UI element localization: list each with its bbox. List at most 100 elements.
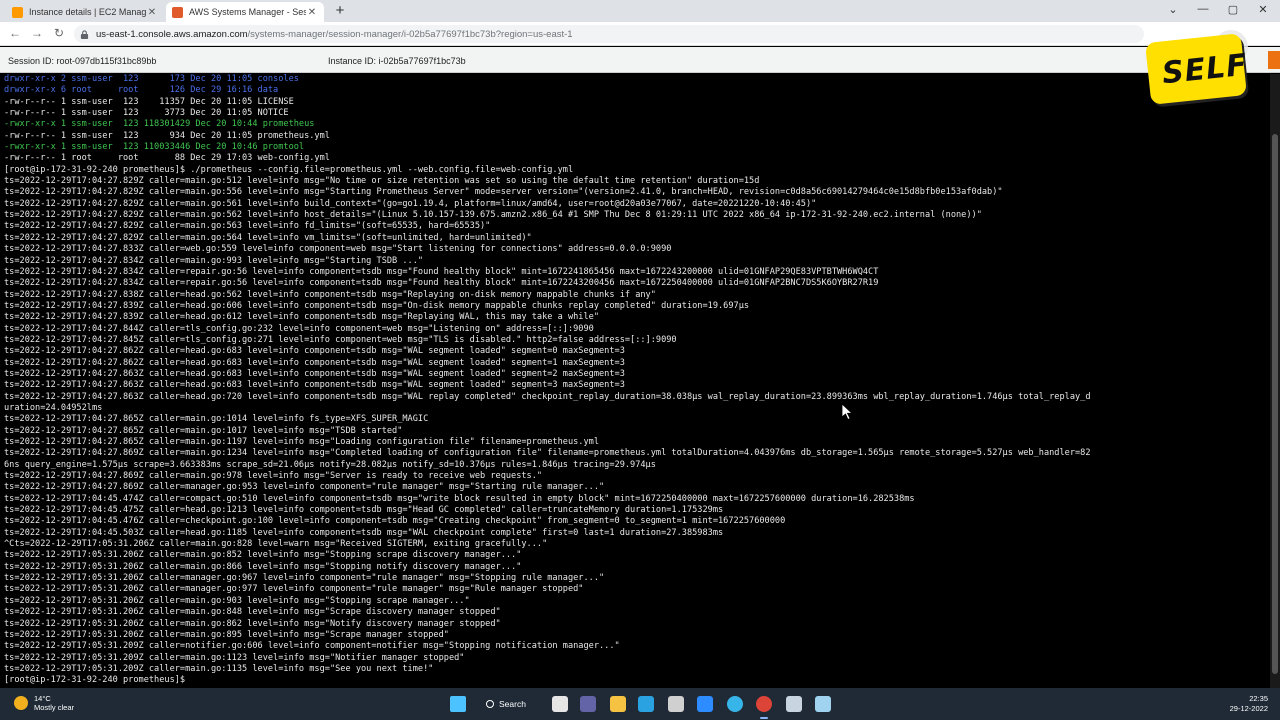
- cortana-circle-icon[interactable]: [727, 696, 743, 712]
- terminal-line: ts=2022-12-29T17:04:27.845Z caller=tls_c…: [4, 334, 677, 345]
- weather-description: Mostly clear: [34, 703, 75, 712]
- session-id: Session ID: root-097db115f31bc89bb: [8, 56, 157, 66]
- terminal-line: ts=2022-12-29T17:05:31.206Z caller=main.…: [4, 629, 449, 640]
- terminal-line: ts=2022-12-29T17:05:31.209Z caller=main.…: [4, 663, 434, 674]
- new-tab-button[interactable]: +: [332, 3, 348, 19]
- terminate-session-button[interactable]: [1268, 51, 1280, 69]
- tab-title: AWS Systems Manager - Session: [189, 7, 306, 17]
- terminal-line: ts=2022-12-29T17:05:31.206Z caller=main.…: [4, 607, 501, 618]
- terminal-lines: drwxr-xr-x 2 ssm-user 123 173 Dec 20 11:…: [4, 74, 1091, 687]
- terminal-line: ts=2022-12-29T17:04:27.834Z caller=repai…: [4, 278, 879, 289]
- clock-date: 29-12-2022: [1229, 704, 1268, 713]
- terminal-line: ts=2022-12-29T17:04:45.474Z caller=compa…: [4, 493, 915, 504]
- tab-title: Instance details | EC2 Manageme: [29, 7, 146, 17]
- address-bar[interactable]: us-east-1.console.aws.amazon.com/systems…: [74, 25, 1144, 43]
- terminal-line: ts=2022-12-29T17:04:27.829Z caller=main.…: [4, 210, 982, 221]
- terminal-line: -rw-r--r-- 1 ssm-user 123 934 Dec 20 11:…: [4, 130, 330, 141]
- system-clock[interactable]: 22:35 29-12-2022: [1230, 694, 1268, 714]
- instance-id: Instance ID: i-02b5a77697f1bc73b: [328, 56, 466, 66]
- terminal-line: ts=2022-12-29T17:04:27.829Z caller=main.…: [4, 221, 491, 232]
- terminal-line: drwxr-xr-x 2 ssm-user 123 173 Dec 20 11:…: [4, 74, 299, 84]
- app-l-icon[interactable]: [697, 696, 713, 712]
- windows-taskbar: 14°C Mostly clear Search 22:35 29-12-202…: [0, 688, 1280, 720]
- terminal-scrollbar[interactable]: [1270, 74, 1280, 688]
- search-label: Search: [499, 699, 526, 709]
- terminal-line: -rw-r--r-- 1 ssm-user 123 3773 Dec 20 11…: [4, 108, 289, 119]
- maximize-button[interactable]: ▢: [1224, 3, 1242, 16]
- task-view-icon[interactable]: [552, 696, 568, 712]
- weather-temperature: 14°C: [34, 694, 51, 703]
- terminal-line: ts=2022-12-29T17:04:27.865Z caller=main.…: [4, 414, 429, 425]
- terminal-line: ts=2022-12-29T17:04:27.865Z caller=main.…: [4, 425, 403, 436]
- microsoft-store-icon[interactable]: [668, 696, 684, 712]
- teams-chat-icon[interactable]: [580, 696, 596, 712]
- clock-time: 22:35: [1249, 694, 1268, 703]
- terminal-output[interactable]: drwxr-xr-x 2 ssm-user 123 173 Dec 20 11:…: [0, 74, 1270, 688]
- terminal-line: [root@ip-172-31-92-240 prometheus]$: [4, 675, 191, 686]
- terminal-line: ts=2022-12-29T17:04:27.834Z caller=repai…: [4, 266, 879, 277]
- terminal-line: ts=2022-12-29T17:04:27.829Z caller=main.…: [4, 232, 532, 243]
- aws-favicon-icon: [12, 6, 23, 18]
- windows-start-icon[interactable]: [450, 696, 466, 712]
- browser-toolbar: ← → ↻ us-east-1.console.aws.amazon.com/s…: [0, 22, 1280, 46]
- url-path: /systems-manager/session-manager/i-02b5a…: [247, 28, 573, 40]
- terminal-line: ts=2022-12-29T17:05:31.206Z caller=main.…: [4, 550, 522, 561]
- url-host: us-east-1.console.aws.amazon.com: [96, 28, 248, 40]
- tab-ec2-instance-details[interactable]: Instance details | EC2 Manageme ✕: [6, 2, 164, 22]
- terminal-line: ts=2022-12-29T17:04:27.829Z caller=main.…: [4, 187, 1003, 198]
- terminal-line: ts=2022-12-29T17:04:27.838Z caller=head.…: [4, 289, 656, 300]
- aws-favicon-icon: [172, 6, 183, 18]
- tab-search-icon[interactable]: ⌄: [1164, 3, 1182, 16]
- terminal-line: ts=2022-12-29T17:05:31.206Z caller=main.…: [4, 595, 470, 606]
- terminal-app-icon[interactable]: [786, 696, 802, 712]
- terminal-line: ts=2022-12-29T17:05:31.206Z caller=main.…: [4, 618, 501, 629]
- browser-tab-strip: Instance details | EC2 Manageme ✕ AWS Sy…: [0, 0, 1280, 22]
- terminal-line: uration=24.04952lms: [4, 402, 103, 413]
- lock-icon: [80, 29, 89, 39]
- close-window-button[interactable]: ✕: [1254, 3, 1272, 16]
- terminal-line: -rwxr-xr-x 1 ssm-user 123 110033446 Dec …: [4, 142, 305, 153]
- terminal-line: -rw-r--r-- 1 ssm-user 123 11357 Dec 20 1…: [4, 96, 294, 107]
- terminal-line: ts=2022-12-29T17:04:27.863Z caller=head.…: [4, 391, 1091, 402]
- terminal-line: [root@ip-172-31-92-240 prometheus]$ ./pr…: [4, 164, 574, 175]
- chrome-browser-icon[interactable]: [756, 696, 772, 712]
- tab-close-icon[interactable]: ✕: [146, 7, 158, 18]
- terminal-line: ts=2022-12-29T17:05:31.209Z caller=notif…: [4, 641, 620, 652]
- reload-icon[interactable]: ↻: [52, 26, 66, 40]
- session-info-bar: Session ID: root-097db115f31bc89bb Insta…: [0, 47, 1280, 73]
- terminal-line: ts=2022-12-29T17:04:27.863Z caller=head.…: [4, 368, 625, 379]
- scrollbar-thumb[interactable]: [1272, 134, 1278, 674]
- terminal-line: ts=2022-12-29T17:04:27.869Z caller=main.…: [4, 448, 1091, 459]
- self-logo: SELF: [1145, 30, 1249, 105]
- terminal-line: -rwxr-xr-x 1 ssm-user 123 118301429 Dec …: [4, 119, 315, 130]
- terminal-line: ts=2022-12-29T17:04:27.865Z caller=main.…: [4, 437, 599, 447]
- terminal-line: ts=2022-12-29T17:04:45.503Z caller=head.…: [4, 527, 724, 538]
- weather-sun-icon: [14, 696, 28, 710]
- terminal-line: -rw-r--r-- 1 root root 88 Dec 29 17:03 w…: [4, 153, 330, 164]
- taskbar-search[interactable]: Search: [486, 696, 526, 712]
- terminal-line: ts=2022-12-29T17:04:27.862Z caller=head.…: [4, 346, 625, 357]
- terminal-line: ts=2022-12-29T17:04:27.829Z caller=main.…: [4, 176, 760, 187]
- terminal-line: ts=2022-12-29T17:05:31.206Z caller=manag…: [4, 573, 605, 584]
- terminal-line: ^Cts=2022-12-29T17:05:31.206Z caller=mai…: [4, 539, 548, 550]
- terminal-line: ts=2022-12-29T17:04:27.863Z caller=head.…: [4, 380, 625, 391]
- file-explorer-icon[interactable]: [610, 696, 626, 712]
- forward-arrow-icon[interactable]: →: [30, 26, 44, 40]
- tab-session-manager[interactable]: AWS Systems Manager - Session ✕: [166, 2, 324, 22]
- notes-app-icon[interactable]: [815, 696, 831, 712]
- search-icon: [486, 700, 494, 708]
- terminal-line: 6ns query_engine=1.575µs scrape=3.663383…: [4, 459, 656, 470]
- terminal-line: ts=2022-12-29T17:04:27.839Z caller=head.…: [4, 312, 599, 323]
- back-arrow-icon[interactable]: ←: [8, 26, 22, 40]
- minimize-button[interactable]: —: [1194, 3, 1212, 15]
- active-app-indicator: [760, 717, 768, 719]
- terminal-line: ts=2022-12-29T17:04:27.833Z caller=web.g…: [4, 244, 672, 255]
- weather-widget[interactable]: 14°C Mostly clear: [14, 694, 74, 712]
- terminal-line: ts=2022-12-29T17:05:31.206Z caller=main.…: [4, 561, 522, 572]
- edge-browser-icon[interactable]: [638, 696, 654, 712]
- tab-close-icon[interactable]: ✕: [306, 7, 318, 18]
- terminal-line: ts=2022-12-29T17:04:45.476Z caller=check…: [4, 516, 786, 527]
- terminal-line: drwxr-xr-x 6 root root 126 Dec 29 16:16 …: [4, 85, 279, 96]
- terminal-line: ts=2022-12-29T17:05:31.209Z caller=main.…: [4, 652, 465, 663]
- mouse-pointer-icon: [842, 404, 854, 420]
